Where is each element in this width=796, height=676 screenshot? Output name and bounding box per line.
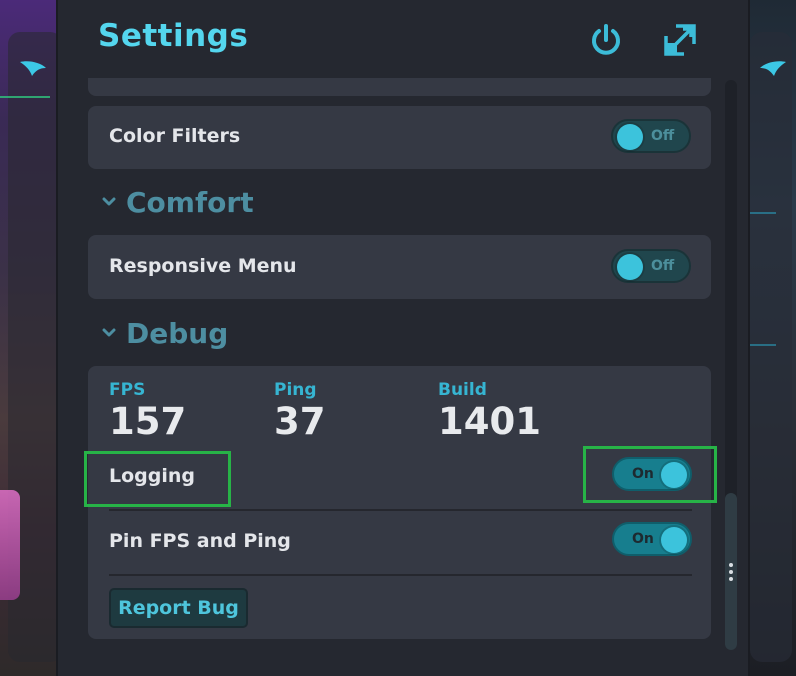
maximize-icon	[664, 24, 696, 56]
grip-dot	[729, 570, 733, 574]
divider	[109, 574, 692, 576]
power-button[interactable]	[586, 20, 626, 60]
chevron-down-icon	[102, 197, 116, 206]
background-frame	[748, 212, 776, 346]
toggle-knob	[617, 254, 643, 280]
logging-toggle[interactable]: On	[612, 457, 692, 491]
toggle-state: On	[632, 531, 654, 547]
report-bug-button[interactable]: Report Bug	[109, 588, 248, 628]
wing-icon	[758, 58, 788, 78]
toggle-knob	[617, 124, 643, 150]
settings-header: Settings	[58, 0, 748, 78]
wing-icon	[18, 58, 48, 78]
logging-label: Logging	[109, 465, 196, 487]
maximize-button[interactable]	[660, 20, 700, 60]
section-comfort[interactable]: Comfort	[102, 184, 254, 220]
pin-fps-ping-toggle[interactable]: On	[612, 522, 692, 556]
chevron-down-icon	[102, 328, 116, 337]
responsive-menu-label: Responsive Menu	[109, 255, 297, 277]
section-debug[interactable]: Debug	[102, 315, 228, 351]
responsive-menu-row: Responsive Menu Off	[88, 235, 711, 299]
grip-dot	[729, 577, 733, 581]
settings-card-partial	[88, 78, 711, 96]
grip-dot	[729, 563, 733, 567]
fps-value: 157	[109, 400, 187, 443]
responsive-menu-toggle[interactable]: Off	[611, 249, 691, 283]
build-value: 1401	[438, 400, 541, 443]
settings-content: Color Filters Off Comfort Responsive Men…	[88, 78, 713, 676]
scrollbar[interactable]	[725, 80, 737, 650]
scrollbar-thumb[interactable]	[725, 493, 737, 650]
background-right-panel	[750, 32, 792, 662]
toggle-knob	[661, 527, 687, 553]
color-filters-row: Color Filters Off	[88, 106, 711, 169]
background-figure	[0, 490, 20, 600]
section-title: Debug	[126, 316, 229, 350]
fps-label: FPS	[109, 380, 146, 400]
ping-label: Ping	[274, 380, 317, 400]
color-filters-toggle[interactable]: Off	[611, 119, 691, 153]
color-filters-label: Color Filters	[109, 125, 241, 147]
pin-fps-ping-label: Pin FPS and Ping	[109, 530, 291, 552]
ping-value: 37	[274, 400, 326, 443]
section-title: Comfort	[126, 185, 254, 219]
settings-panel: Settings Color Filters Off Comfort Respo…	[56, 0, 750, 676]
divider	[109, 509, 692, 511]
toggle-state: On	[632, 466, 654, 482]
debug-card: FPS 157 Ping 37 Build 1401 Logging On Pi…	[88, 366, 711, 639]
build-label: Build	[438, 380, 487, 400]
toggle-state: Off	[651, 258, 675, 274]
toggle-state: Off	[651, 128, 675, 144]
page-title: Settings	[98, 18, 249, 54]
toggle-knob	[661, 462, 687, 488]
power-icon	[592, 24, 620, 55]
background-line	[0, 96, 50, 98]
